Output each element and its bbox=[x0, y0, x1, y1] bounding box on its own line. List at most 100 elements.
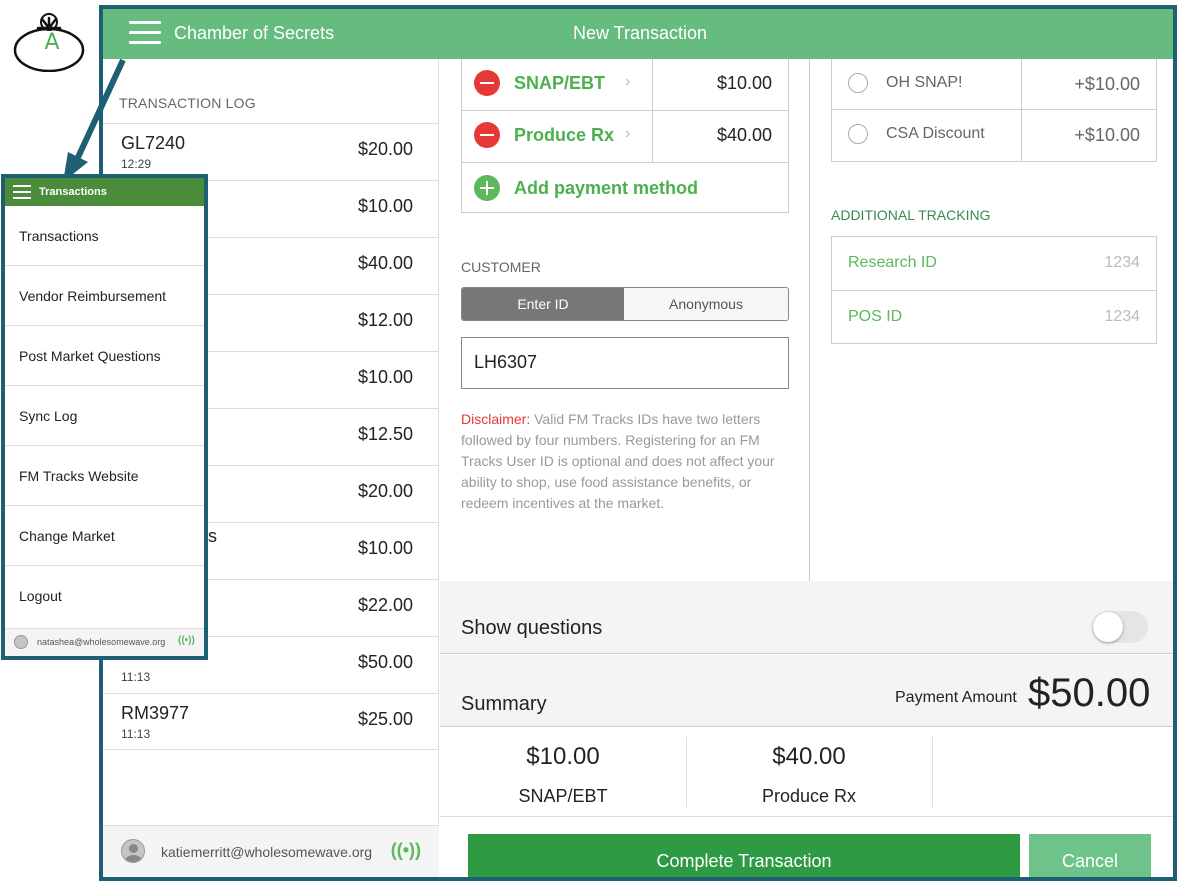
occluded-text-fragment: s bbox=[208, 526, 217, 546]
remove-payment-icon[interactable] bbox=[474, 122, 500, 148]
incentive-amount: +$10.00 bbox=[1074, 125, 1140, 145]
incentive-amount: +$10.00 bbox=[1074, 74, 1140, 94]
anonymous-tab[interactable]: Anonymous bbox=[624, 288, 788, 320]
hamburger-menu-icon[interactable] bbox=[13, 185, 31, 199]
table-row[interactable]: RM3977 11:13 $25.00 bbox=[103, 693, 439, 750]
disclaimer: Disclaimer: Valid FM Tracks IDs have two… bbox=[461, 409, 796, 514]
navigation-drawer: Transactions Transactions Vendor Reimbur… bbox=[1, 174, 208, 660]
menu-item-fm-tracks-website[interactable]: FM Tracks Website bbox=[5, 446, 204, 506]
summary-total: $40.00 Produce Rx bbox=[686, 727, 932, 819]
payment-amount[interactable]: $40.00 bbox=[717, 125, 772, 146]
payment-name: Produce Rx bbox=[514, 125, 615, 145]
menu-item-label: Sync Log bbox=[19, 408, 78, 424]
customer-id-input[interactable]: LH6307 bbox=[461, 337, 789, 389]
menu-item-label: FM Tracks Website bbox=[19, 468, 139, 484]
payment-name: SNAP/EBT bbox=[514, 73, 606, 93]
page-title: New Transaction bbox=[573, 23, 708, 43]
field-label: Research ID bbox=[848, 254, 937, 271]
transaction-log-heading: TRANSACTION LOG bbox=[119, 95, 256, 111]
menu-item-label: Change Market bbox=[19, 528, 115, 544]
remove-payment-icon[interactable] bbox=[474, 70, 500, 96]
incentive-radio[interactable] bbox=[848, 124, 868, 144]
transaction-amount: $12.50 bbox=[357, 424, 413, 444]
badge-letter: A bbox=[44, 30, 60, 55]
transaction-amount: $40.00 bbox=[357, 253, 413, 273]
summary-header: Summary Payment Amount $50.00 bbox=[440, 655, 1173, 727]
disclaimer-label: Disclaimer: bbox=[461, 411, 531, 427]
field-placeholder[interactable]: 1234 bbox=[1104, 254, 1140, 272]
transaction-amount: $12.00 bbox=[357, 310, 413, 330]
menu-item-label: Vendor Reimbursement bbox=[19, 288, 167, 304]
transaction-time: 11:13 bbox=[121, 670, 151, 684]
transaction-id: GL7240 bbox=[121, 133, 186, 153]
tracking-fields: Research ID 1234 POS ID 1234 bbox=[831, 236, 1157, 344]
chevron-right-icon: › bbox=[625, 125, 631, 142]
complete-transaction-button[interactable]: Complete Transaction bbox=[468, 834, 1020, 877]
transaction-amount: $25.00 bbox=[357, 709, 413, 729]
incentive-name: OH SNAP! bbox=[886, 74, 963, 91]
payment-row[interactable]: SNAP/EBT › $10.00 bbox=[462, 59, 788, 111]
menu-item-label: Logout bbox=[19, 588, 62, 604]
additional-tracking-heading: ADDITIONAL TRACKING bbox=[831, 207, 991, 223]
menu-item-change-market[interactable]: Change Market bbox=[5, 506, 204, 566]
chevron-right-icon: › bbox=[625, 73, 631, 90]
add-payment-label: Add payment method bbox=[514, 178, 699, 198]
menu-item-post-market-questions[interactable]: Post Market Questions bbox=[5, 326, 204, 386]
incentive-radio[interactable] bbox=[848, 73, 868, 93]
transaction-amount: $50.00 bbox=[357, 652, 413, 672]
customer-type-toggle: Enter ID Anonymous bbox=[461, 287, 789, 321]
total-name: Produce Rx bbox=[761, 786, 857, 806]
app-title: Chamber of Secrets bbox=[174, 23, 335, 43]
drawer-title: Transactions bbox=[39, 186, 107, 198]
transaction-amount: $10.00 bbox=[357, 538, 413, 558]
hamburger-menu-icon[interactable] bbox=[129, 21, 161, 45]
transaction-amount: $22.00 bbox=[357, 595, 413, 615]
transaction-time: 11:13 bbox=[121, 727, 151, 741]
payment-methods: SNAP/EBT › $10.00 Produce Rx › $40.00 Ad… bbox=[461, 59, 789, 213]
payment-amount-label: Payment Amount bbox=[895, 689, 1017, 706]
transaction-amount: $10.00 bbox=[357, 367, 413, 387]
total-name: SNAP/EBT bbox=[518, 786, 608, 806]
research-id-field[interactable]: Research ID 1234 bbox=[832, 237, 1156, 291]
menu-item-sync-log[interactable]: Sync Log bbox=[5, 386, 204, 446]
wifi-signal-icon: ((•)) bbox=[390, 840, 421, 860]
menu-item-transactions[interactable]: Transactions bbox=[5, 206, 204, 266]
total-value: $10.00 bbox=[526, 743, 600, 770]
total-value: $40.00 bbox=[772, 743, 846, 770]
avatar bbox=[14, 635, 28, 649]
wifi-signal-icon: ((•)) bbox=[178, 635, 195, 646]
menu-item-label: Post Market Questions bbox=[19, 348, 161, 364]
field-placeholder[interactable]: 1234 bbox=[1104, 308, 1140, 326]
customer-heading: CUSTOMER bbox=[461, 259, 541, 275]
incentive-row[interactable]: CSA Discount +$10.00 bbox=[832, 110, 1156, 161]
drawer-header: Transactions bbox=[5, 178, 204, 206]
enter-id-tab[interactable]: Enter ID bbox=[462, 288, 624, 320]
add-payment-button[interactable]: Add payment method bbox=[462, 163, 788, 215]
avatar bbox=[121, 839, 145, 863]
add-icon bbox=[474, 175, 500, 201]
payment-amount[interactable]: $10.00 bbox=[717, 73, 772, 94]
show-questions-label: Show questions bbox=[461, 617, 603, 639]
incentives-list: OH SNAP! +$10.00 CSA Discount +$10.00 bbox=[831, 59, 1157, 162]
transaction-id: RM3977 bbox=[121, 703, 190, 723]
cancel-button[interactable]: Cancel bbox=[1029, 834, 1151, 877]
incentive-row[interactable]: OH SNAP! +$10.00 bbox=[832, 59, 1156, 110]
menu-item-vendor-reimbursement[interactable]: Vendor Reimbursement bbox=[5, 266, 204, 326]
show-questions-toggle[interactable] bbox=[1092, 611, 1148, 643]
payment-row[interactable]: Produce Rx › $40.00 bbox=[462, 111, 788, 163]
user-email: katiemerritt@wholesomewave.org bbox=[161, 844, 373, 860]
top-bar: Chamber of Secrets New Transaction bbox=[103, 9, 1173, 59]
payment-amount-total: $50.00 bbox=[1028, 671, 1151, 715]
log-footer: katiemerritt@wholesomewave.org ((•)) bbox=[103, 825, 439, 877]
table-row[interactable]: GL7240 12:29 $20.00 bbox=[103, 123, 439, 180]
transaction-amount: $20.00 bbox=[357, 481, 413, 501]
app-window: Chamber of Secrets New Transaction TRANS… bbox=[99, 5, 1177, 881]
transaction-amount: $20.00 bbox=[357, 139, 413, 159]
show-questions-row: Show questions bbox=[440, 581, 1173, 654]
menu-item-logout[interactable]: Logout bbox=[5, 566, 204, 626]
summary-label: Summary bbox=[461, 693, 547, 715]
transaction-time: 12:29 bbox=[121, 157, 152, 171]
incentive-name: CSA Discount bbox=[886, 125, 985, 142]
pos-id-field[interactable]: POS ID 1234 bbox=[832, 291, 1156, 345]
drawer-footer: natashea@wholesomewave.org ((•)) bbox=[5, 628, 204, 656]
